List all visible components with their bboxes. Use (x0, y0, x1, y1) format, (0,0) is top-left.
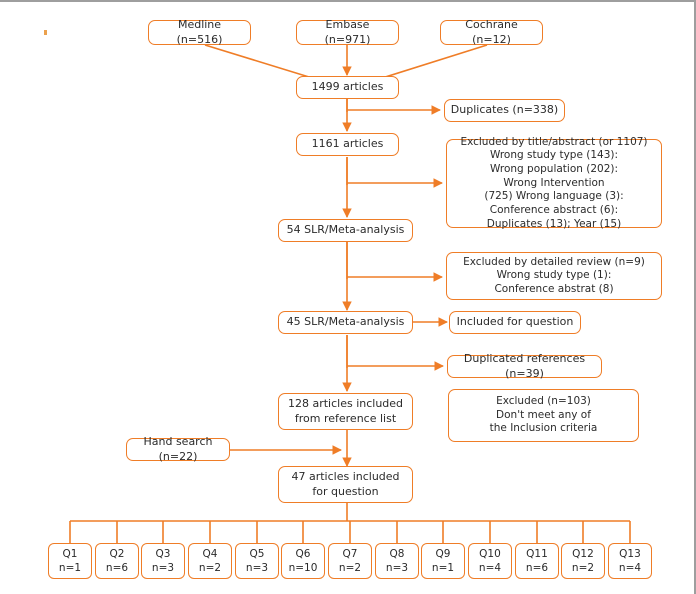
question-box-q2: Q2 n=6 (95, 543, 139, 579)
excluded-title-abstract-box: Excluded by title/abstract (or 1107) Wro… (446, 136, 662, 230)
excluded-detailed-review-box: Excluded by detailed review (n=9) Wrong … (446, 252, 662, 300)
stray-mark (44, 30, 47, 35)
question-box-q6: Q6 n=10 (281, 543, 325, 579)
question-box-q1: Q1 n=1 (48, 543, 92, 579)
question-box-q7: Q7 n=2 (328, 543, 372, 579)
prisma-flow-diagram: Medline (n=516) Embase (n=971) Cochrane … (0, 0, 696, 594)
question-box-q9: Q9 n=1 (421, 543, 465, 579)
source-box-embase: Embase (n=971) (296, 18, 399, 46)
source-box-cochrane: Cochrane (n=12) (440, 18, 543, 46)
slr-45-box: 45 SLR/Meta-analysis (278, 311, 413, 334)
excluded-inclusion-criteria-box: Excluded (n=103) Don't meet any of the I… (448, 389, 639, 442)
question-box-q3: Q3 n=3 (141, 543, 185, 579)
question-box-q4: Q4 n=2 (188, 543, 232, 579)
slr-54-box: 54 SLR/Meta-analysis (278, 219, 413, 242)
duplicates-box: Duplicates (n=338) (444, 99, 565, 122)
question-box-q10: Q10 n=4 (468, 543, 512, 579)
question-box-q8: Q8 n=3 (375, 543, 419, 579)
duplicated-references-box: Duplicated references (n=39) (447, 352, 602, 380)
hand-search-box: Hand search (n=22) (126, 435, 230, 463)
total-records-box: 1499 articles (296, 76, 399, 99)
reference-list-box: 128 articles included from reference lis… (278, 393, 413, 430)
question-box-q5: Q5 n=3 (235, 543, 279, 579)
question-box-q12: Q12 n=2 (561, 543, 605, 579)
final-included-box: 47 articles included for question (278, 466, 413, 503)
source-box-medline: Medline (n=516) (148, 18, 251, 46)
included-for-question-box: Included for question (449, 311, 581, 334)
question-box-q13: Q13 n=4 (608, 543, 652, 579)
after-duplicates-box: 1161 articles (296, 133, 399, 156)
question-box-q11: Q11 n=6 (515, 543, 559, 579)
